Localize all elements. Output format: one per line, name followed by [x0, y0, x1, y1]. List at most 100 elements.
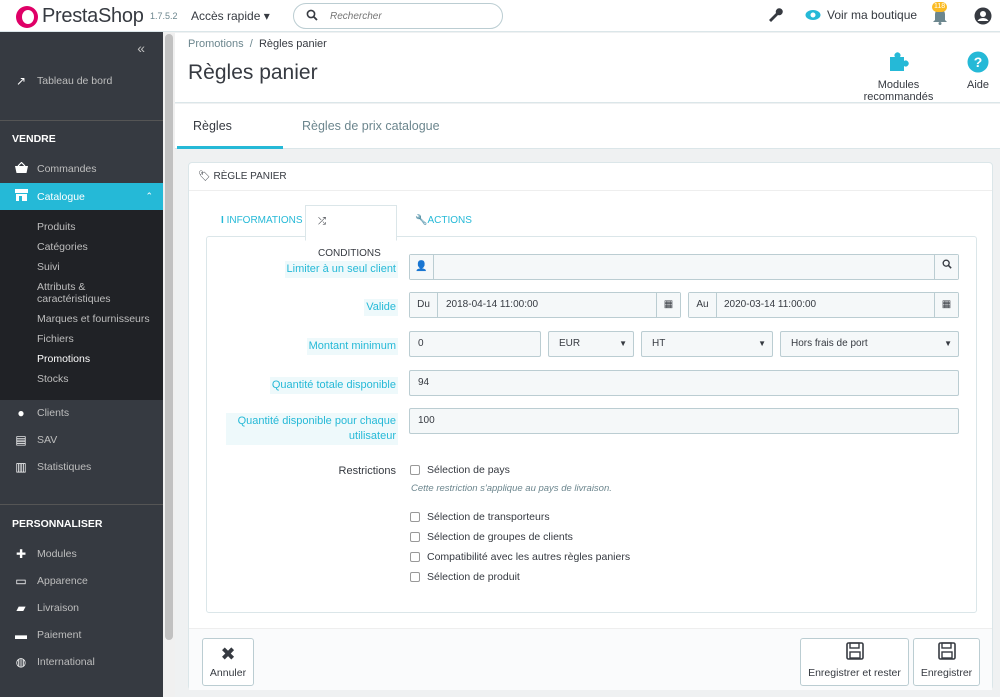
sidebar-item-label: SAV	[37, 434, 58, 446]
wrench-icon[interactable]	[767, 7, 783, 26]
sidebar-item-modules[interactable]: ✚ Modules	[0, 541, 163, 567]
quick-access-dropdown[interactable]: Accès rapide ▾	[191, 9, 270, 23]
restriction-carrier[interactable]: Sélection de transporteurs	[410, 511, 550, 523]
min-amount-input[interactable]: 0	[409, 331, 541, 357]
trending-icon: ↗	[15, 74, 27, 88]
date-from-field[interactable]: Du 2018-04-14 11:00:00 ▦	[409, 292, 681, 318]
sidebar-scrollbar[interactable]	[163, 32, 175, 697]
tab-cart-rules[interactable]: Règles panier	[177, 104, 283, 177]
truck-icon: ▰	[16, 601, 26, 615]
submenu-item-promotions[interactable]: Promotions	[37, 353, 90, 365]
sidebar-item-customers[interactable]: ● Clients	[0, 400, 163, 426]
info-icon: i	[221, 215, 224, 226]
panel-heading: 🏷 Règle panier	[189, 163, 992, 191]
sidebar-item-label: Statistiques	[37, 461, 92, 473]
checkbox[interactable]	[410, 532, 420, 542]
calendar-icon[interactable]: ▦	[934, 293, 958, 317]
prestashop-logo[interactable]: PrestaShop	[16, 5, 144, 28]
scrollbar-thumb[interactable]	[165, 34, 173, 640]
date-to-field[interactable]: Au 2020-03-14 11:00:00 ▦	[688, 292, 959, 318]
view-shop-label: Voir ma boutique	[827, 8, 918, 22]
tab-catalog-price-rules[interactable]: Règles de prix catalogue	[286, 104, 456, 149]
puzzle-icon	[842, 51, 955, 79]
sidebar-item-label: Livraison	[37, 602, 80, 614]
total-qty-input[interactable]: 94	[409, 370, 959, 396]
checkbox[interactable]	[410, 552, 420, 562]
checkbox[interactable]	[410, 465, 420, 475]
tax-select[interactable]: HT ▼	[641, 331, 773, 357]
section-customize-title: PERSONNALISER	[12, 518, 103, 530]
top-bar: PrestaShop 1.7.5.2 Accès rapide ▾ Voir m…	[0, 0, 1000, 32]
sidebar-item-label: Clients	[37, 407, 70, 419]
save-icon	[801, 639, 908, 667]
account-circle-icon: ●	[17, 406, 25, 420]
search-icon[interactable]	[306, 9, 318, 24]
restriction-customer-group[interactable]: Sélection de groupes de clients	[410, 531, 573, 543]
checkbox[interactable]	[410, 572, 420, 582]
search-input[interactable]	[330, 8, 490, 24]
submenu-item-attributes[interactable]: Attributs & caractéristiques	[37, 281, 111, 305]
per-user-qty-label: Quantité disponible pour chaque utilisat…	[226, 413, 398, 445]
save-and-stay-button[interactable]: Enregistrer et rester	[800, 638, 909, 686]
collapse-sidebar-icon[interactable]: «	[137, 40, 145, 56]
per-user-qty-input[interactable]: 100	[409, 408, 959, 434]
search-icon[interactable]	[934, 255, 958, 279]
tag-icon: 🏷	[198, 171, 211, 182]
eye-icon	[805, 10, 821, 20]
help-button[interactable]: ? Aide	[963, 51, 993, 91]
desktop-icon: ▭	[15, 574, 27, 588]
sidebar-item-stats[interactable]: ▥ Statistiques	[0, 454, 163, 480]
cancel-button[interactable]: ✖ Annuler	[202, 638, 254, 686]
submenu-item-stocks[interactable]: Stocks	[37, 373, 69, 385]
restriction-compatibility[interactable]: Compatibilité avec les autres règles pan…	[410, 551, 630, 563]
sidebar-item-design[interactable]: ▭ Apparence	[0, 568, 163, 594]
save-button[interactable]: Enregistrer	[913, 638, 980, 686]
sidebar-item-label: Catalogue	[37, 190, 85, 203]
sidebar-item-payment[interactable]: ▬ Paiement	[0, 622, 163, 648]
sidebar-item-label: Paiement	[37, 629, 82, 641]
submenu-item-monitoring[interactable]: Suivi	[37, 261, 60, 273]
caret-down-icon: ▾	[263, 9, 270, 23]
currency-select[interactable]: EUR ▼	[548, 331, 634, 357]
globe-icon: ◍	[15, 655, 27, 669]
brand-name: PrestaShop	[42, 5, 144, 27]
catalog-submenu	[0, 210, 163, 400]
submenu-item-categories[interactable]: Catégories	[37, 241, 88, 253]
restriction-product[interactable]: Sélection de produit	[410, 571, 520, 583]
checkbox[interactable]	[410, 512, 420, 522]
chevron-up-icon: ⌃	[145, 191, 153, 201]
sidebar-item-catalog[interactable]: Catalogue ⌃	[0, 183, 163, 210]
conditions-form: Limiter à un seul client 👤 Valide Du 201…	[206, 236, 977, 613]
breadcrumb: Promotions / Règles panier	[188, 38, 327, 50]
recommended-modules-label: Modules recommandés	[863, 79, 934, 103]
calendar-icon[interactable]: ▦	[656, 293, 680, 317]
recommended-modules-button[interactable]: Modules recommandés	[842, 51, 955, 103]
notification-count-badge: 118	[932, 2, 948, 12]
sidebar-item-sav[interactable]: ▤ SAV	[0, 427, 163, 453]
view-shop-link[interactable]: Voir ma boutique	[805, 8, 917, 22]
search-box	[293, 3, 503, 29]
currency-value: EUR	[559, 338, 581, 349]
submenu-item-files[interactable]: Fichiers	[37, 333, 74, 345]
sidebar-item-dashboard[interactable]: ↗ Tableau de bord	[0, 68, 163, 94]
sidebar-item-international[interactable]: ◍ International	[0, 649, 163, 675]
restriction-country[interactable]: Sélection de pays	[410, 464, 510, 476]
subtab-conditions[interactable]: ⤮ Conditions	[305, 205, 397, 259]
breadcrumb-parent-link[interactable]: Promotions	[188, 38, 244, 50]
checkbox-label: Compatibilité avec les autres règles pan…	[427, 551, 631, 563]
date-to-value: 2020-03-14 11:00:00	[724, 299, 817, 310]
from-prefix: Du	[410, 293, 438, 317]
country-restriction-hint: Cette restriction s'applique au pays de …	[411, 483, 612, 494]
sidebar-item-shipping[interactable]: ▰ Livraison	[0, 595, 163, 621]
wrench-icon: 🔧	[415, 215, 428, 226]
caret-down-icon: ▼	[758, 339, 766, 348]
submenu-item-brands[interactable]: Marques et fournisseurs	[37, 313, 150, 325]
notifications-button[interactable]: 118	[932, 2, 948, 28]
sidebar-item-orders[interactable]: Commandes	[0, 156, 163, 182]
help-label: Aide	[966, 79, 990, 91]
shipping-select[interactable]: Hors frais de port ▼	[780, 331, 959, 357]
customer-search-field[interactable]: 👤	[409, 254, 959, 280]
subtab-label: Informations	[226, 215, 303, 226]
account-icon[interactable]	[974, 7, 992, 28]
submenu-item-products[interactable]: Produits	[37, 221, 76, 233]
